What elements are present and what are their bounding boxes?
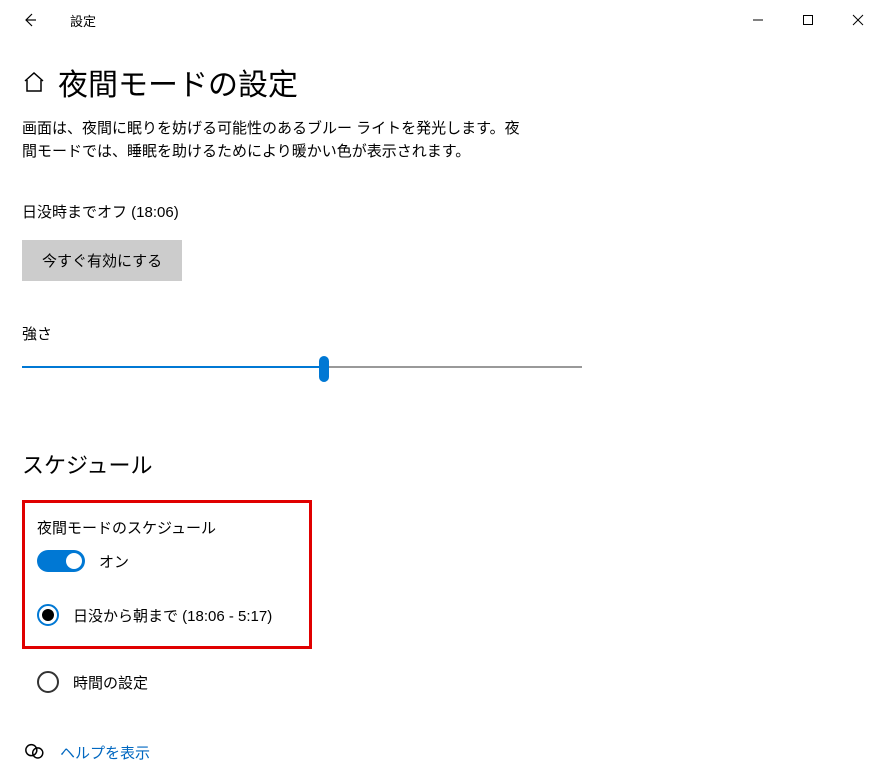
- close-button[interactable]: [833, 0, 883, 40]
- schedule-toggle-label: 夜間モードのスケジュール: [37, 517, 297, 538]
- radio-icon: [37, 604, 59, 626]
- window-title: 設定: [70, 11, 96, 30]
- minimize-button[interactable]: [733, 0, 783, 40]
- schedule-heading: スケジュール: [22, 448, 861, 480]
- maximize-button[interactable]: [783, 0, 833, 40]
- home-icon[interactable]: [22, 70, 46, 94]
- toggle-state-text: オン: [99, 551, 129, 572]
- slider-fill: [22, 366, 324, 368]
- radio-dot-icon: [42, 609, 54, 621]
- radio-icon: [37, 671, 59, 693]
- slider-thumb[interactable]: [319, 356, 329, 382]
- arrow-left-icon: [22, 12, 38, 28]
- close-icon: [852, 14, 864, 26]
- radio-custom-label: 時間の設定: [73, 672, 148, 693]
- help-label: ヘルプを表示: [60, 742, 150, 763]
- maximize-icon: [802, 14, 814, 26]
- highlight-annotation: 夜間モードのスケジュール オン 日没から朝まで (18:06 - 5:17): [22, 500, 312, 649]
- strength-slider[interactable]: [22, 358, 582, 378]
- radio-sunset-label: 日没から朝まで (18:06 - 5:17): [73, 605, 272, 626]
- help-link[interactable]: ヘルプを表示: [24, 741, 861, 763]
- schedule-toggle[interactable]: [37, 550, 85, 572]
- strength-label: 強さ: [22, 323, 861, 344]
- radio-sunset-to-sunrise[interactable]: 日没から朝まで (18:06 - 5:17): [37, 604, 297, 626]
- radio-custom-hours[interactable]: 時間の設定: [37, 671, 861, 693]
- status-text: 日没時までオフ (18:06): [22, 201, 861, 222]
- page-description: 画面は、夜間に眠りを妨げる可能性のあるブルー ライトを発光します。夜間モードでは…: [22, 118, 522, 163]
- minimize-icon: [752, 14, 764, 26]
- help-icon: [24, 741, 46, 763]
- enable-now-button[interactable]: 今すぐ有効にする: [22, 240, 182, 281]
- back-button[interactable]: [10, 0, 50, 40]
- page-title: 夜間モードの設定: [58, 60, 298, 104]
- toggle-knob: [66, 553, 82, 569]
